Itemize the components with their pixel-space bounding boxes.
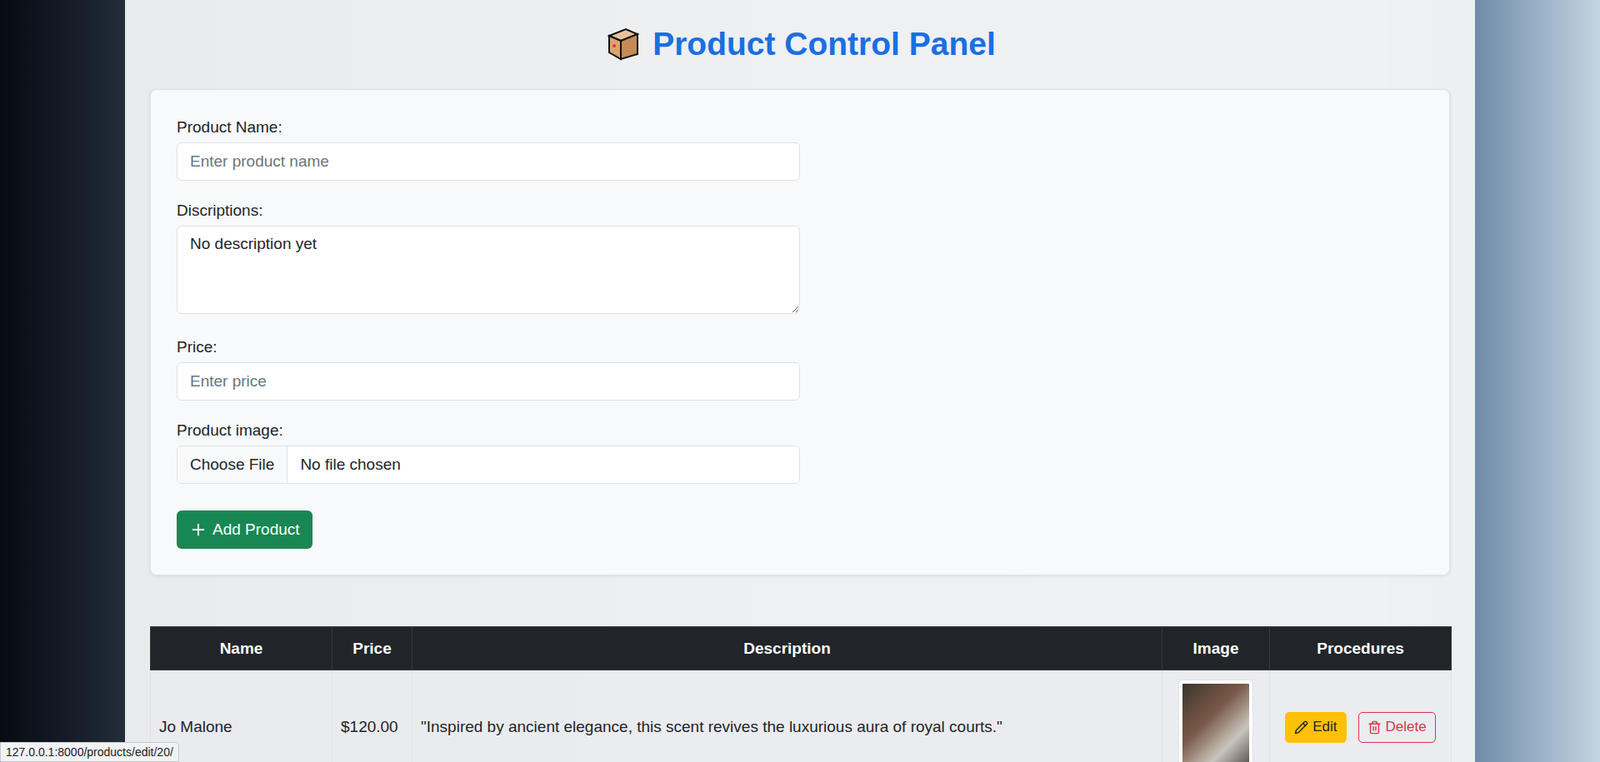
column-header: Name	[150, 627, 333, 671]
field-label: Price:	[176, 337, 800, 358]
status-bar: 127.0.0.1:8000/products/edit/20/	[0, 742, 180, 762]
file-input[interactable]: Choose FileNo file chosen	[176, 445, 800, 485]
delete-button[interactable]: Delete	[1358, 712, 1436, 744]
edit-label: Edit	[1312, 719, 1337, 736]
trash-icon	[1367, 720, 1382, 735]
plus-icon	[189, 520, 208, 540]
pencil-icon	[1294, 720, 1309, 735]
edit-button[interactable]: Edit	[1285, 712, 1346, 744]
row-actions: Edit Delete	[1278, 712, 1443, 744]
column-header: Price	[332, 627, 413, 671]
image-cell	[1162, 670, 1270, 762]
products-table: NamePriceDescriptionImageProceduresJo Ma…	[150, 626, 1452, 762]
box-icon	[604, 25, 641, 63]
add-product-label: Add Product	[212, 520, 300, 540]
file-status: No file chosen	[287, 446, 413, 484]
delete-label: Delete	[1385, 719, 1427, 736]
form-field: Discriptions: No description yet	[176, 200, 800, 318]
field-label: Product Name:	[176, 117, 800, 138]
field-label: Discriptions:	[176, 200, 800, 221]
form-field: Price:	[176, 337, 800, 401]
table-row: Jo Malone$120.00"Inspired by ancient ele…	[150, 670, 1452, 762]
form-field: Product image: Choose FileNo file chosen	[176, 420, 800, 485]
field-label: Product image:	[176, 420, 800, 441]
description-cell: "Inspired by ancient elegance, this scen…	[412, 670, 1163, 762]
procedures-cell: Edit Delete	[1270, 670, 1452, 762]
text-input[interactable]	[176, 142, 800, 181]
form-field: Product Name:	[176, 117, 800, 181]
text-input[interactable]	[176, 362, 800, 401]
column-header: Procedures	[1270, 627, 1452, 671]
page-title: Product Control Panel	[150, 24, 1450, 65]
product-image	[1179, 680, 1253, 762]
price-cell: $120.00	[332, 670, 413, 762]
column-header: Image	[1162, 627, 1270, 671]
column-header: Description	[412, 627, 1163, 671]
header-row: NamePriceDescriptionImageProcedures	[150, 627, 1452, 671]
choose-file-button[interactable]: Choose File	[177, 446, 288, 484]
product-form: Product Name: Discriptions: No description…	[150, 89, 1450, 576]
title-text: Product Control Panel	[652, 25, 996, 63]
description-textarea[interactable]: No description yet	[176, 225, 800, 315]
control-panel: Product Control Panel Product Name: Discri…	[125, 0, 1475, 762]
add-product-button[interactable]: Add Product	[176, 510, 313, 550]
